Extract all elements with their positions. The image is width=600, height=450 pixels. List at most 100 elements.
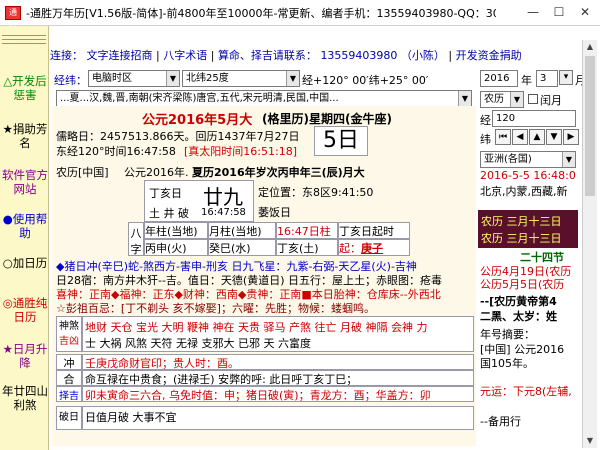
left-nav-sun-moon[interactable]: ★日月升降 — [2, 342, 48, 370]
title-bar: 通胜 -通胜万年历[V1.56版-简体]-前4800年至10000年-常更新、编… — [0, 0, 600, 29]
month-spin-icon[interactable]: ▾ — [559, 70, 573, 85]
month-pillar-cell: 月柱(当地) — [208, 222, 276, 239]
lunar-month: 夏历2016年岁次丙申年三(辰)月大 — [192, 166, 365, 179]
left-nav-kaifa[interactable]: △开发后惩害 — [2, 74, 48, 102]
gui-si-cell: 癸巳(水) — [208, 239, 276, 256]
scroll-down-icon[interactable]: ▼ — [583, 434, 597, 448]
chevron-down-icon: ▼ — [562, 152, 575, 167]
zone-select[interactable]: 亚洲(各国) ▼ — [480, 151, 576, 168]
current-time: 2016-5-5 16:48:0 — [480, 169, 576, 182]
po-label: 破日 — [59, 412, 79, 423]
he-box: 命互禄在中贵食；(进禄壬) 安弊的呼: 此日呼丁亥丁巳； — [82, 370, 474, 386]
julian-day: 儒略日：2457513.866天。回历1437年7月27日 — [56, 130, 300, 143]
true-solar-time: [真太阳时间16:51:18] — [184, 145, 297, 158]
day-start: 丁亥日起时 — [339, 225, 394, 238]
pengzu: ☆彭祖百忌：[丁不剃头 亥不嫁娶]；六曜：先胜；物候：蝼蝈鸣。 — [56, 302, 375, 315]
minimize-button[interactable]: — — [520, 3, 546, 22]
po-box: 日值月破 大事不宜 — [82, 406, 474, 430]
bing-shen: 丙申(火) — [145, 242, 187, 255]
mou-ri: 萎饭日 — [258, 206, 291, 219]
local-time: 东经120°时间16:47:58 — [56, 145, 176, 158]
left-nav-website[interactable]: 软件官方网站 — [2, 168, 48, 196]
left-nav-pure-calendar[interactable]: ◎通胜纯日历 — [2, 296, 48, 324]
app-icon: 通胜 — [5, 6, 21, 29]
timezone-select[interactable]: 电脑时区 ▼ — [88, 70, 180, 87]
dynasty-select[interactable]: ...夏...汉,魏,晋,南朝(宋齐梁陈)唐宫,五代,宋元明清,民国,中国...… — [56, 90, 472, 107]
year-input[interactable]: 2016 — [480, 70, 518, 87]
dynasty-value: ...夏...汉,魏,晋,南朝(宋齐梁陈)唐宫,五代,宋元明清,民国,中国... — [60, 93, 339, 104]
nav-next-icon[interactable]: ▶ — [563, 129, 579, 145]
day-box: 丁亥日 廿九 土 井 破 16:47:58 — [144, 180, 254, 222]
link-donate[interactable]: 开发资金捐助 — [456, 47, 522, 63]
bazi-label-box: 八 字 — [128, 222, 144, 256]
maximize-button[interactable]: ☐ — [546, 3, 572, 22]
er-hei: 二黑、太岁：姓 — [480, 310, 557, 323]
qi-label: 起： — [339, 242, 361, 255]
left-nav-add-calendar[interactable]: ○加日历 — [2, 256, 48, 270]
nav-up-icon[interactable]: ▲ — [529, 129, 545, 145]
scroll-thumb[interactable] — [585, 56, 595, 196]
calendar-type-select[interactable]: 农历 ▼ — [480, 91, 524, 108]
weekday: (格里历)星期四(金牛座) — [262, 112, 392, 126]
left-nav-juanzhu[interactable]: ★捐助芳名 — [2, 122, 48, 150]
big-date: 公元2016年5月大 — [142, 113, 253, 128]
sep: | — [156, 49, 160, 62]
lunar-band: 农历 三月十三日 农历 三月十三日 — [478, 210, 578, 248]
window-title: -通胜万年历[V1.56版-简体]-前4800年至10000年-常更新、编者手机… — [26, 7, 496, 20]
shensha-box: 地财 天仓 宝光 大明 鞭神 神在 天贵 驿马 产煞 往亡 月破 神隔 会神 力… — [82, 316, 474, 352]
year-pillar: 年柱(当地) — [145, 225, 198, 238]
po-label-box: 破日 — [56, 406, 82, 430]
chong-label-box: 冲 — [56, 354, 82, 370]
ze-box: 卯未寅命三六合, 乌免时值：申；猪日破(寅)；青龙方：酉；华盖方：卯 — [82, 386, 474, 402]
divider — [2, 35, 46, 36]
latitude-select[interactable]: 北纬25度 ▼ — [182, 70, 300, 87]
he-label-box: 合 — [56, 370, 82, 386]
chong-text: 壬庚戊命财官印；贵人时：酉。 — [85, 357, 239, 370]
term-2: 公历5月5日(农历 — [480, 278, 565, 291]
close-button[interactable]: ✕ — [572, 3, 598, 22]
lunar-day: 廿九 — [203, 185, 243, 209]
contact-phone[interactable]: 13559403980 — [320, 49, 397, 62]
leap-month-label: 闰月 — [540, 94, 562, 107]
zone-value: 亚洲(各国) — [484, 154, 532, 165]
jingwei-label: 经纬： — [54, 74, 87, 87]
nav-prev-icon[interactable]: ◀ — [512, 129, 528, 145]
scroll-up-icon[interactable]: ▲ — [583, 40, 597, 54]
year-label: 年 — [521, 74, 532, 87]
fixed-location: 定位置：东8区9:41:50 — [258, 186, 374, 199]
location-text: 北京,内蒙,西藏,新 — [480, 185, 568, 198]
vertical-scrollbar[interactable]: ▲ ▼ — [582, 40, 597, 448]
day-number: 5日 — [314, 126, 368, 156]
annual-title: 年号摘要： — [480, 328, 535, 341]
left-nav-24-mountains[interactable]: 年廿四山利煞 — [2, 384, 48, 412]
left-nav-help[interactable]: ●使用帮助 — [2, 212, 48, 240]
jing-label: 经 — [480, 114, 491, 127]
left-nav: △开发后惩害 ★捐助芳名 软件官方网站 ●使用帮助 ○加日历 ◎通胜纯日历 ★日… — [0, 26, 49, 450]
latitude-value: 北纬25度 — [186, 73, 229, 84]
link-ads[interactable]: 文字连接招商 — [87, 47, 153, 63]
he-label: 合 — [63, 373, 75, 386]
link-contact[interactable]: 算命、择吉请联系： — [218, 47, 317, 63]
yuan-yun: 元运：下元8(左辅, — [480, 385, 572, 398]
chong-label: 冲 — [63, 357, 75, 370]
link-bazi-terms[interactable]: 八字术语 — [163, 47, 207, 63]
divider — [2, 43, 46, 44]
tu-jing-po: 土 井 破 — [149, 207, 189, 220]
leap-month-checkbox[interactable] — [528, 94, 538, 104]
coords-readout: 经+120° 00′纬+25° 00′ — [302, 74, 429, 87]
chevron-down-icon: ▼ — [166, 71, 179, 86]
nav-first-icon[interactable]: ⏮ — [495, 129, 511, 145]
sep: | — [210, 49, 215, 62]
wei-label: 纬 — [480, 133, 491, 146]
bei-yong: --备用行 — [480, 415, 521, 428]
links-prefix: 连接： — [50, 49, 83, 62]
chevron-down-icon: ▼ — [510, 92, 523, 107]
nav-down-icon[interactable]: ▼ — [546, 129, 562, 145]
lunar-line-2: 农历 三月十三日 — [481, 232, 562, 245]
divider — [2, 39, 46, 40]
month-select[interactable]: 3 — [536, 70, 558, 87]
longitude-input[interactable]: 120 — [492, 110, 576, 127]
day-ganzhi: 丁亥日 — [149, 187, 182, 200]
lunar-year: 公元2016年. — [124, 166, 189, 179]
yellow-emperor: --[农历黄帝第4 — [480, 295, 557, 308]
